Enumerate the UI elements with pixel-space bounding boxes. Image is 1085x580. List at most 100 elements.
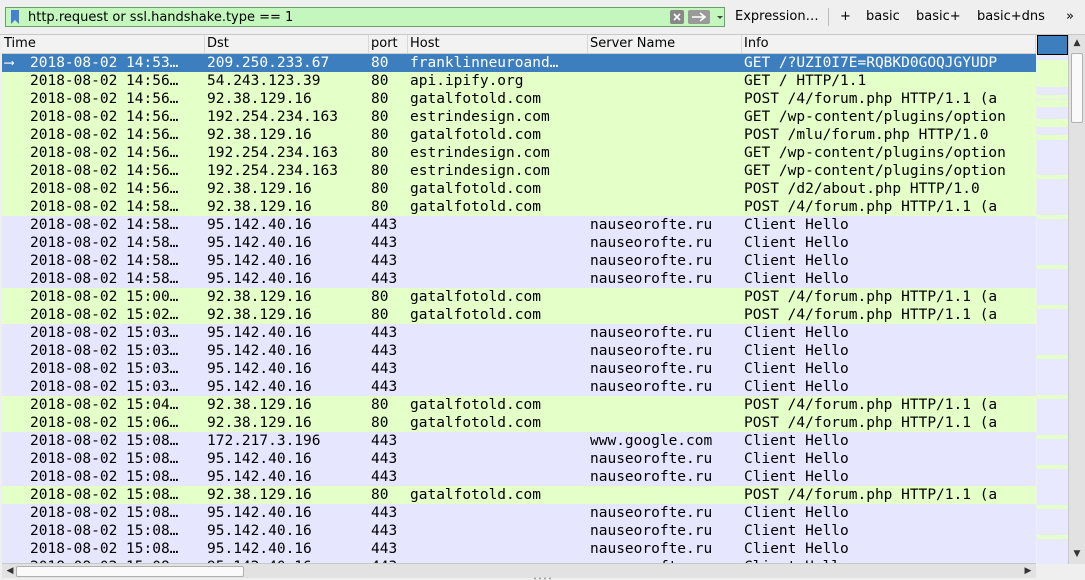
- packet-server-name: nauseorofte.ru: [590, 253, 713, 269]
- packet-row[interactable]: 2018-08-02 14:56… 192.254.234.163 80 estrin…: [2, 144, 1036, 162]
- expression-button[interactable]: Expression…: [735, 9, 819, 24]
- horizontal-scrollbar[interactable]: ◀ ▶: [2, 563, 1036, 578]
- packet-port: 443: [371, 469, 398, 485]
- bookmark-icon[interactable]: [10, 10, 20, 24]
- packet-port: 443: [371, 343, 398, 359]
- packet-time: 2018-08-02 14:56…: [30, 127, 179, 143]
- packet-row[interactable]: 2018-08-02 15:08… 95.142.40.16 443 nauseoro…: [2, 504, 1036, 522]
- packet-row[interactable]: 2018-08-02 14:56… 92.38.129.16 80 gatalfoto…: [2, 180, 1036, 198]
- packet-dst: 92.38.129.16: [207, 307, 312, 323]
- packet-port: 80: [371, 415, 389, 431]
- packet-info: Client Hello: [744, 505, 849, 521]
- packet-host: [410, 504, 588, 522]
- packet-row[interactable]: 2018-08-02 14:56… 54.243.123.39 80 api.ipif…: [2, 72, 1036, 90]
- packet-row[interactable]: ⟶ 2018-08-02 14:53… 209.250.233.67 80 frankl…: [2, 54, 1036, 72]
- packet-row[interactable]: 2018-08-02 14:56… 92.38.129.16 80 gatalfoto…: [2, 90, 1036, 108]
- packet-row[interactable]: 2018-08-02 15:03… 95.142.40.16 443 nauseoro…: [2, 378, 1036, 396]
- packet-row[interactable]: 2018-08-02 14:58… 95.142.40.16 443 nauseoro…: [2, 234, 1036, 252]
- clear-filter-button[interactable]: [670, 10, 684, 24]
- chevron-down-icon[interactable]: [715, 10, 725, 24]
- packet-port: 80: [371, 109, 389, 125]
- packet-info: GET /wp-content/plugins/option: [744, 109, 1006, 125]
- column-header-server-name[interactable]: Server Name: [588, 35, 742, 53]
- packet-host: [410, 540, 588, 558]
- scroll-up-icon[interactable]: ▲: [1069, 35, 1085, 51]
- packet-row[interactable]: 2018-08-02 15:03… 95.142.40.16 443 nauseoro…: [2, 342, 1036, 360]
- packet-row[interactable]: 2018-08-02 15:04… 92.38.129.16 80 gatalfoto…: [2, 396, 1036, 414]
- filter-button-basic-plus-dns[interactable]: basic+dns: [977, 9, 1045, 24]
- packet-row[interactable]: 2018-08-02 15:06… 92.38.129.16 80 gatalfoto…: [2, 414, 1036, 432]
- minimap-http-mark: [1037, 123, 1068, 127]
- packet-time: 2018-08-02 14:56…: [30, 181, 179, 197]
- packet-row[interactable]: 2018-08-02 15:00… 92.38.129.16 80 gatalfoto…: [2, 288, 1036, 306]
- column-header-time[interactable]: Time: [2, 35, 205, 53]
- packet-dst: 95.142.40.16: [207, 451, 312, 467]
- packet-info: Client Hello: [744, 253, 849, 269]
- packet-port: 80: [371, 199, 389, 215]
- filter-button-basic-plus[interactable]: basic+: [916, 9, 961, 24]
- packet-port: 443: [371, 235, 398, 251]
- packet-dst: 95.142.40.16: [207, 469, 312, 485]
- packet-rows: ⟶ 2018-08-02 14:53… 209.250.233.67 80 frankl…: [2, 54, 1036, 564]
- packet-time: 2018-08-02 15:04…: [30, 397, 179, 413]
- scroll-down-icon[interactable]: ▼: [1069, 546, 1085, 562]
- packet-port: 80: [371, 397, 389, 413]
- minimap-http-mark: [1037, 265, 1068, 269]
- add-filter-button[interactable]: +: [840, 9, 851, 24]
- packet-server-name: nauseorofte.ru: [590, 361, 713, 377]
- packet-port: 80: [371, 289, 389, 305]
- packet-dst: 92.38.129.16: [207, 127, 312, 143]
- column-header-info[interactable]: Info: [742, 35, 1036, 53]
- packet-row[interactable]: 2018-08-02 15:08… 95.142.40.16 443 nauseoro…: [2, 450, 1036, 468]
- packet-host: gatalfotold.com: [410, 487, 541, 503]
- minimap-http-mark: [1037, 83, 1068, 87]
- apply-filter-button[interactable]: [688, 10, 710, 24]
- packet-info: GET /?UZI0I7E=RQBKD0GOQJGYUDP: [744, 55, 998, 71]
- packet-row[interactable]: 2018-08-02 14:56… 192.254.234.163 80 estrin…: [2, 108, 1036, 126]
- packet-row[interactable]: 2018-08-02 14:58… 92.38.129.16 80 gatalfoto…: [2, 198, 1036, 216]
- packet-row[interactable]: 2018-08-02 15:08… 95.142.40.16 443 nauseoro…: [2, 522, 1036, 540]
- minimap-http-mark: [1037, 465, 1068, 469]
- packet-dst: 192.254.234.163: [207, 109, 338, 125]
- packet-list-header: Time Dst port Host Server Name Info: [2, 35, 1036, 54]
- packet-port: 80: [371, 163, 389, 179]
- packet-row[interactable]: 2018-08-02 14:58… 95.142.40.16 443 nauseoro…: [2, 216, 1036, 234]
- packet-server-name: nauseorofte.ru: [590, 235, 713, 251]
- packet-row[interactable]: 2018-08-02 14:58… 95.142.40.16 443 nauseoro…: [2, 252, 1036, 270]
- packet-server-name: nauseorofte.ru: [590, 217, 713, 233]
- packet-row[interactable]: 2018-08-02 15:08… 92.38.129.16 80 gatalfoto…: [2, 486, 1036, 504]
- packet-row[interactable]: 2018-08-02 14:56… 192.254.234.163 80 estrin…: [2, 162, 1036, 180]
- packet-time: 2018-08-02 14:58…: [30, 217, 179, 233]
- column-header-host[interactable]: Host: [408, 35, 588, 53]
- packet-row[interactable]: 2018-08-02 14:58… 95.142.40.16 443 nauseoro…: [2, 270, 1036, 288]
- packet-port: 443: [371, 433, 398, 449]
- packet-server-name: [590, 306, 742, 324]
- horizontal-scroll-thumb[interactable]: [16, 566, 244, 577]
- packet-row[interactable]: 2018-08-02 15:03… 95.142.40.16 443 nauseoro…: [2, 324, 1036, 342]
- packet-host: gatalfotold.com: [410, 289, 541, 305]
- packet-row[interactable]: 2018-08-02 15:03… 95.142.40.16 443 nauseoro…: [2, 360, 1036, 378]
- packet-server-name: nauseorofte.ru: [590, 271, 713, 287]
- packet-port: 80: [371, 73, 389, 89]
- packet-info: GET /wp-content/plugins/option: [744, 145, 1006, 161]
- packet-info: Client Hello: [744, 451, 849, 467]
- packet-row[interactable]: 2018-08-02 15:02… 92.38.129.16 80 gatalfoto…: [2, 306, 1036, 324]
- column-header-port[interactable]: port: [369, 35, 408, 53]
- vertical-scrollbar[interactable]: ▲ ▼: [1068, 35, 1085, 564]
- scroll-right-icon[interactable]: ▶: [1020, 563, 1036, 579]
- more-buttons-chevron[interactable]: »: [1066, 9, 1074, 24]
- vertical-scroll-thumb[interactable]: [1071, 53, 1083, 123]
- display-filter-input[interactable]: [28, 8, 658, 26]
- packet-host: gatalfotold.com: [410, 181, 541, 197]
- filter-button-basic[interactable]: basic: [866, 9, 900, 24]
- packet-row[interactable]: 2018-08-02 15:08… 172.217.3.196 443 www.goo…: [2, 432, 1036, 450]
- packet-row[interactable]: 2018-08-02 15:08… 95.142.40.16 443 nauseoro…: [2, 468, 1036, 486]
- packet-dst: 92.38.129.16: [207, 487, 312, 503]
- packet-row[interactable]: 2018-08-02 14:56… 92.38.129.16 80 gatalfoto…: [2, 126, 1036, 144]
- minimap-selected-marker: [1037, 35, 1068, 55]
- packet-row[interactable]: 2018-08-02 15:08… 95.142.40.16 443 nauseoro…: [2, 540, 1036, 558]
- packet-dst: 95.142.40.16: [207, 325, 312, 341]
- minimap-http-mark: [1037, 535, 1068, 539]
- column-header-dst[interactable]: Dst: [205, 35, 369, 53]
- packet-minimap[interactable]: [1037, 35, 1068, 564]
